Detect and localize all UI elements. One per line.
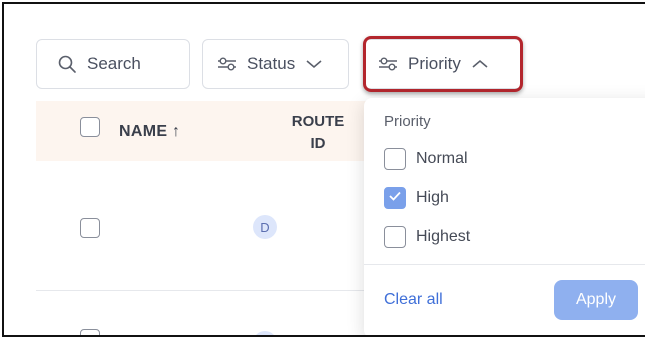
column-header-name[interactable]: NAME ↑ <box>119 123 180 141</box>
priority-dropdown: Priority Normal High Highest Clear all A… <box>364 98 645 335</box>
search-label: Search <box>87 54 141 73</box>
search-icon <box>57 54 77 74</box>
row-checkbox[interactable] <box>80 329 100 335</box>
status-filter-button[interactable]: Status <box>202 39 349 89</box>
option-high[interactable]: High <box>384 187 449 209</box>
table-view: Search Status Priority NAME ↑ ROUTE ID D… <box>2 2 645 337</box>
chevron-down-icon <box>305 58 323 70</box>
sliders-icon <box>217 56 237 72</box>
option-label: High <box>416 189 449 206</box>
chevron-up-icon <box>471 58 489 70</box>
apply-button[interactable]: Apply <box>554 280 638 320</box>
checkbox-highest[interactable] <box>384 226 406 248</box>
sliders-icon <box>378 56 398 72</box>
checkbox-normal[interactable] <box>384 148 406 170</box>
route-header-line1: ROUTE <box>291 113 345 130</box>
avatar: D <box>253 215 277 239</box>
select-all-checkbox[interactable] <box>80 117 100 137</box>
checkbox-high[interactable] <box>384 187 406 209</box>
option-normal[interactable]: Normal <box>384 148 468 170</box>
option-highest[interactable]: Highest <box>384 226 470 248</box>
option-label: Normal <box>416 150 468 167</box>
route-header-line2: ID <box>310 135 326 152</box>
priority-filter-button[interactable]: Priority <box>363 39 523 89</box>
dropdown-divider <box>364 264 645 265</box>
dropdown-title: Priority <box>384 113 431 130</box>
row-checkbox[interactable] <box>80 218 100 238</box>
clear-all-link[interactable]: Clear all <box>384 291 443 309</box>
check-icon <box>388 189 402 207</box>
priority-label: Priority <box>408 54 461 73</box>
option-label: Highest <box>416 228 471 245</box>
avatar <box>253 331 277 335</box>
column-header-route-id[interactable]: ROUTE ID <box>288 111 348 155</box>
search-button[interactable]: Search <box>36 39 190 89</box>
status-label: Status <box>247 54 296 73</box>
